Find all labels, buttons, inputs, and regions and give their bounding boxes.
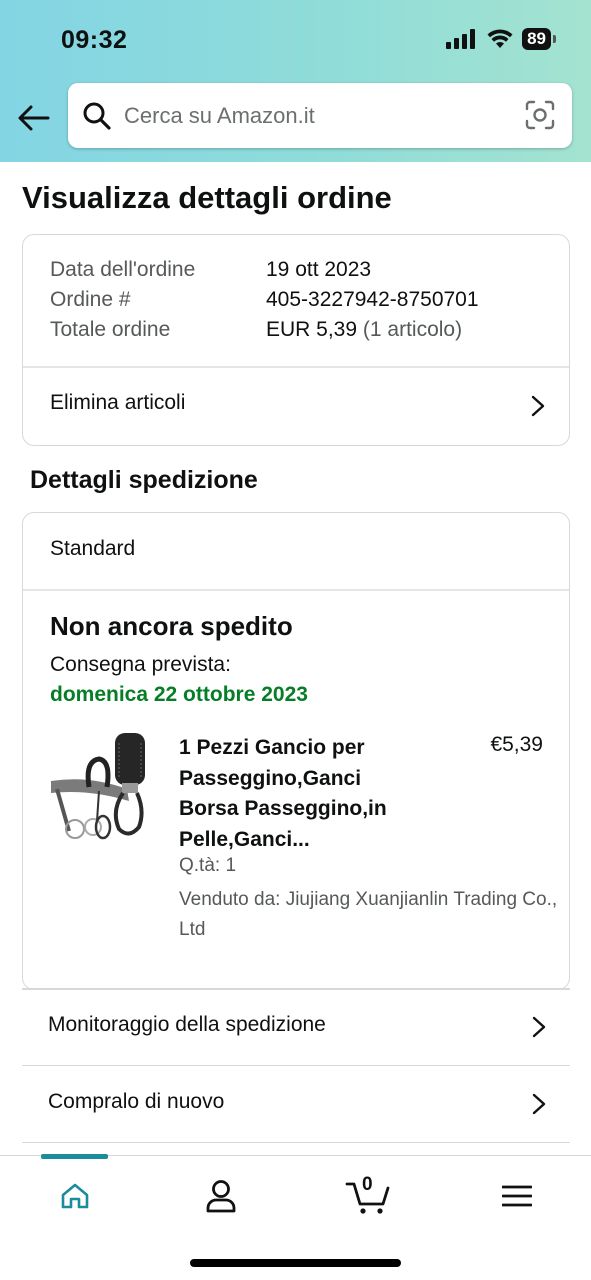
nav-account[interactable] <box>191 1172 251 1220</box>
top-bar: 09:32 89 <box>0 0 591 162</box>
delivery-label: Consegna prevista: <box>50 653 231 676</box>
search-input[interactable] <box>124 102 504 129</box>
product-quantity: Q.tà: 1 <box>179 855 237 876</box>
cart-count: 0 <box>362 1174 373 1195</box>
chevron-right-icon <box>531 395 545 417</box>
menu-icon <box>502 1185 532 1207</box>
search-icon <box>83 102 111 130</box>
shipment-status: Non ancora spedito <box>50 611 293 641</box>
order-total-items: (1 articolo) <box>362 318 463 341</box>
buy-again-row[interactable]: Compralo di nuovo <box>22 1066 570 1143</box>
order-total-value: EUR 5,39 (1 articolo) <box>266 318 462 342</box>
chevron-right-icon <box>532 1093 546 1115</box>
order-date-value: 19 ott 2023 <box>266 258 372 281</box>
home-icon <box>61 1183 89 1209</box>
shipment-card: Standard Non ancora spedito Consegna pre… <box>22 512 570 990</box>
track-shipment-label: Monitoraggio della spedizione <box>48 1013 326 1036</box>
order-number-label: Ordine # <box>50 288 131 311</box>
order-total-amount: EUR 5,39 <box>266 318 358 341</box>
delete-items-label: Elimina articoli <box>50 391 186 414</box>
back-button[interactable] <box>14 98 54 138</box>
page-title: Visualizza dettagli ordine <box>22 180 392 215</box>
arrow-left-icon <box>18 105 50 131</box>
search-bar[interactable] <box>68 83 572 148</box>
order-number-value: 405-3227942-8750701 <box>266 288 479 311</box>
product-title[interactable]: 1 Pezzi Gancio per Passeggino,Ganci Bors… <box>179 733 419 855</box>
order-summary-card: Data dell'ordine 19 ott 2023 Ordine # 40… <box>22 234 570 446</box>
nav-home[interactable] <box>45 1172 105 1220</box>
product-price: €5,39 <box>490 733 543 756</box>
track-shipment-row[interactable]: Monitoraggio della spedizione <box>22 989 570 1066</box>
status-icons: 89 <box>446 26 556 52</box>
delivery-date: domenica 22 ottobre 2023 <box>50 683 308 706</box>
status-time: 09:32 <box>61 26 128 54</box>
signal-icon <box>446 29 476 49</box>
nav-menu[interactable] <box>487 1172 547 1220</box>
shipment-section-title: Dettagli spedizione <box>30 466 258 494</box>
active-tab-indicator <box>41 1154 108 1159</box>
wifi-icon <box>487 29 513 48</box>
order-total-label: Totale ordine <box>50 318 171 341</box>
product-seller: Venduto da: Jiujiang Xuanjianlin Trading… <box>179 889 558 940</box>
chevron-right-icon <box>532 1016 546 1038</box>
battery-indicator: 89 <box>522 28 556 50</box>
home-indicator <box>190 1259 401 1267</box>
product-image[interactable] <box>49 731 153 841</box>
divider <box>23 589 569 591</box>
nav-cart[interactable]: 0 <box>340 1172 396 1220</box>
camera-scan-icon[interactable] <box>524 99 556 131</box>
order-date-label: Data dell'ordine <box>50 258 196 281</box>
account-icon <box>206 1180 236 1213</box>
delete-items-row[interactable]: Elimina articoli <box>23 368 569 445</box>
buy-again-label: Compralo di nuovo <box>48 1090 225 1113</box>
shipping-method: Standard <box>50 537 136 560</box>
